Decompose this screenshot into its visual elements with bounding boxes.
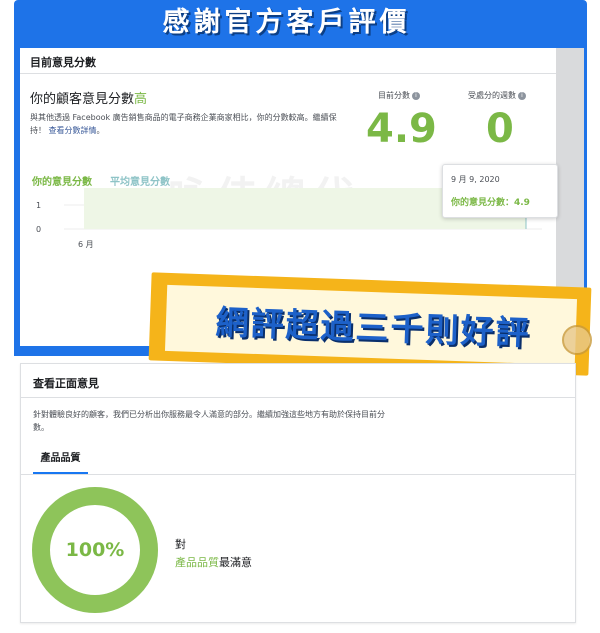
current-score-label: 目前分數 i (378, 90, 420, 101)
score-description: 與其他透過 Facebook 廣告銷售商品的電子商務企業商家相比，你的分數較高。… (30, 111, 350, 137)
tooltip-score: 你的意見分數：4.9 (451, 198, 530, 208)
card-title: 查看正面意見 (33, 377, 99, 390)
card-description: 針對體驗良好的顧客，我們已分析出你服務最令人滿意的部分。繼續加強這些地方有助於保… (33, 410, 385, 432)
affected-weeks-label: 受處分的週數 i (468, 90, 526, 101)
affected-weeks-value: 0 (486, 106, 514, 152)
satisfaction-line1: 對 (175, 538, 186, 551)
seal-icon (562, 325, 592, 355)
donut-percent: 100% (65, 539, 125, 561)
positive-feedback-card: 查看正面意見 針對體驗良好的顧客，我們已分析出你服務最令人滿意的部分。繼續加強這… (20, 363, 576, 623)
score-heading: 你的顧客意見分數高 (30, 88, 147, 107)
panel-header: 目前意見分數 (20, 48, 556, 74)
tab-divider (21, 474, 575, 475)
x-tick-label: 6 月 (78, 240, 94, 249)
current-score-label-text: 目前分數 (378, 91, 410, 100)
banner-title: 感謝官方客戶評價 (162, 7, 411, 38)
panel-title: 目前意見分數 (30, 56, 96, 69)
card-header: 查看正面意見 (21, 364, 575, 398)
info-icon[interactable]: i (412, 92, 420, 100)
score-heading-highlight: 高 (134, 92, 148, 107)
satisfaction-line2: 產品品質最滿意 (175, 554, 252, 570)
score-heading-prefix: 你的顧客意見分數 (30, 92, 135, 107)
tooltip-date: 9 月 9, 2020 (451, 175, 500, 184)
y-tick-label: 0 (36, 225, 41, 234)
legend-your-score[interactable]: 你的意見分數 (32, 173, 92, 188)
tab-product-quality[interactable]: 產品品質 (33, 448, 88, 475)
view-score-details-link[interactable]: 查看分數詳情 (49, 126, 97, 135)
satisfaction-suffix: 最滿意 (219, 556, 252, 569)
satisfaction-highlight: 產品品質 (175, 556, 219, 569)
affected-weeks-label-text: 受處分的週數 (468, 91, 516, 100)
y-tick-label: 1 (36, 201, 41, 210)
chart-tooltip: 9 月 9, 2020 你的意見分數：4.9 (442, 164, 558, 218)
current-score-value: 4.9 (366, 106, 437, 152)
info-icon[interactable]: i (518, 92, 526, 100)
link-suffix: 。 (96, 126, 105, 135)
legend-average-score[interactable]: 平均意見分數 (110, 173, 170, 188)
